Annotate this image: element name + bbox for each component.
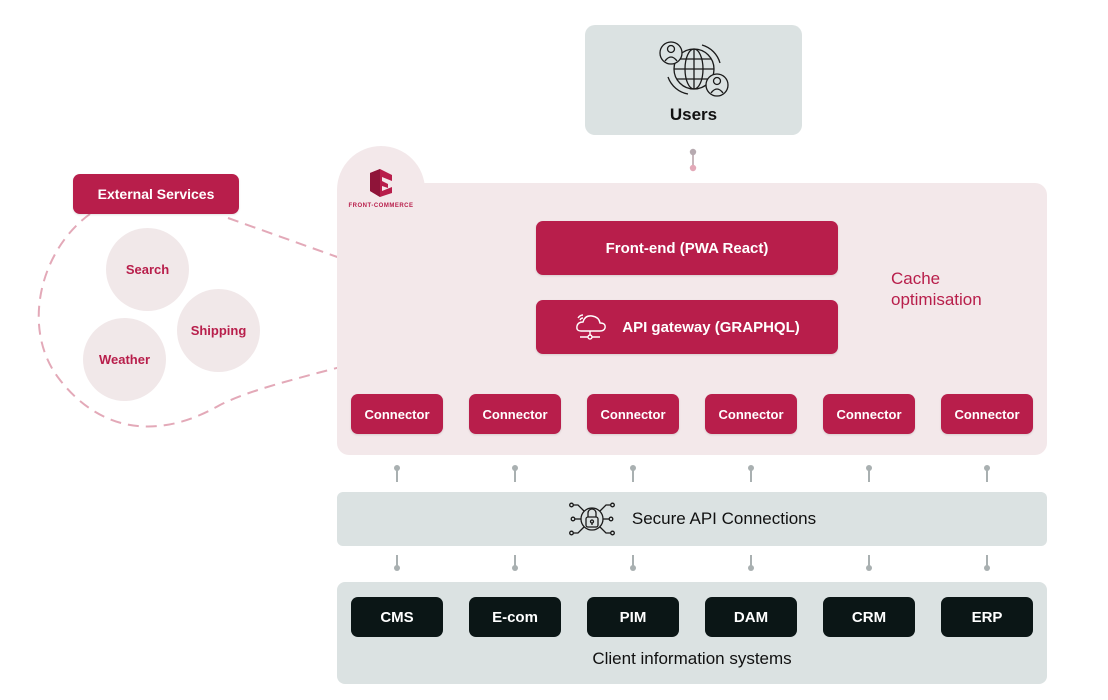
connector-label: Connector <box>482 406 548 422</box>
connector-box[interactable]: Connector <box>587 394 679 434</box>
client-system-label: ERP <box>971 608 1003 626</box>
connector-box[interactable]: Connector <box>469 394 561 434</box>
connector-box[interactable]: Connector <box>941 394 1033 434</box>
cache-label-line1: Cache <box>891 269 941 288</box>
external-services-title: External Services <box>97 186 215 202</box>
service-search-label: Search <box>125 262 170 277</box>
client-system-crm[interactable]: CRM <box>823 597 915 637</box>
connector-secure-link <box>984 465 990 482</box>
client-system-pim[interactable]: PIM <box>587 597 679 637</box>
connector-label: Connector <box>364 406 430 422</box>
secure-system-link <box>984 555 990 571</box>
brand-name: FRONT-COMMERCE <box>348 203 414 209</box>
connector-label: Connector <box>954 406 1020 422</box>
connector-secure-link <box>512 465 518 482</box>
client-system-label: DAM <box>733 608 769 626</box>
service-weather-label: Weather <box>98 352 151 367</box>
front-commerce-logo-icon <box>370 169 392 197</box>
secure-system-link <box>866 555 872 571</box>
client-system-label: CMS <box>380 608 414 626</box>
connector-secure-link <box>630 465 636 482</box>
lock-network-icon <box>568 502 615 536</box>
cache-label-line2: optimisation <box>891 290 982 309</box>
connector-secure-link <box>866 465 872 482</box>
connector-label: Connector <box>600 406 666 422</box>
connector-secure-link <box>394 465 400 482</box>
connector-label: Connector <box>718 406 784 422</box>
cache-optimisation-label: Cache optimisation <box>891 268 982 310</box>
client-system-cms[interactable]: CMS <box>351 597 443 637</box>
service-search[interactable]: Search <box>106 228 189 311</box>
client-system-dam[interactable]: DAM <box>705 597 797 637</box>
secure-api-panel: Secure API Connections <box>337 492 1047 546</box>
api-gateway-box[interactable]: API gateway (GRAPHQL) <box>536 300 838 354</box>
secure-system-link <box>394 555 400 571</box>
api-gateway-label: API gateway (GRAPHQL) <box>622 318 800 336</box>
client-system-label: PIM <box>619 608 647 626</box>
globe-users-icon <box>659 41 729 97</box>
secure-system-link <box>630 555 636 571</box>
connector-box[interactable]: Connector <box>351 394 443 434</box>
client-systems-label: Client information systems <box>592 649 792 668</box>
users-link <box>689 148 697 172</box>
secure-api-label: Secure API Connections <box>631 509 817 528</box>
secure-system-link <box>512 555 518 571</box>
service-shipping-label: Shipping <box>190 323 247 338</box>
service-weather[interactable]: Weather <box>83 318 166 401</box>
service-shipping[interactable]: Shipping <box>177 289 260 372</box>
frontend-box[interactable]: Front-end (PWA React) <box>536 221 838 275</box>
connector-label: Connector <box>836 406 902 422</box>
frontend-label: Front-end (PWA React) <box>605 239 769 257</box>
connector-box[interactable]: Connector <box>823 394 915 434</box>
users-label: Users <box>669 105 718 124</box>
client-system-label: CRM <box>851 608 887 626</box>
external-services-box[interactable]: External Services <box>73 174 239 214</box>
client-system-label: E-com <box>492 608 538 626</box>
secure-system-link <box>748 555 754 571</box>
connector-box[interactable]: Connector <box>705 394 797 434</box>
client-system-erp[interactable]: ERP <box>941 597 1033 637</box>
connector-secure-link <box>748 465 754 482</box>
users-box: Users <box>585 25 802 135</box>
cloud-network-icon <box>576 314 607 340</box>
client-system-ecom[interactable]: E-com <box>469 597 561 637</box>
